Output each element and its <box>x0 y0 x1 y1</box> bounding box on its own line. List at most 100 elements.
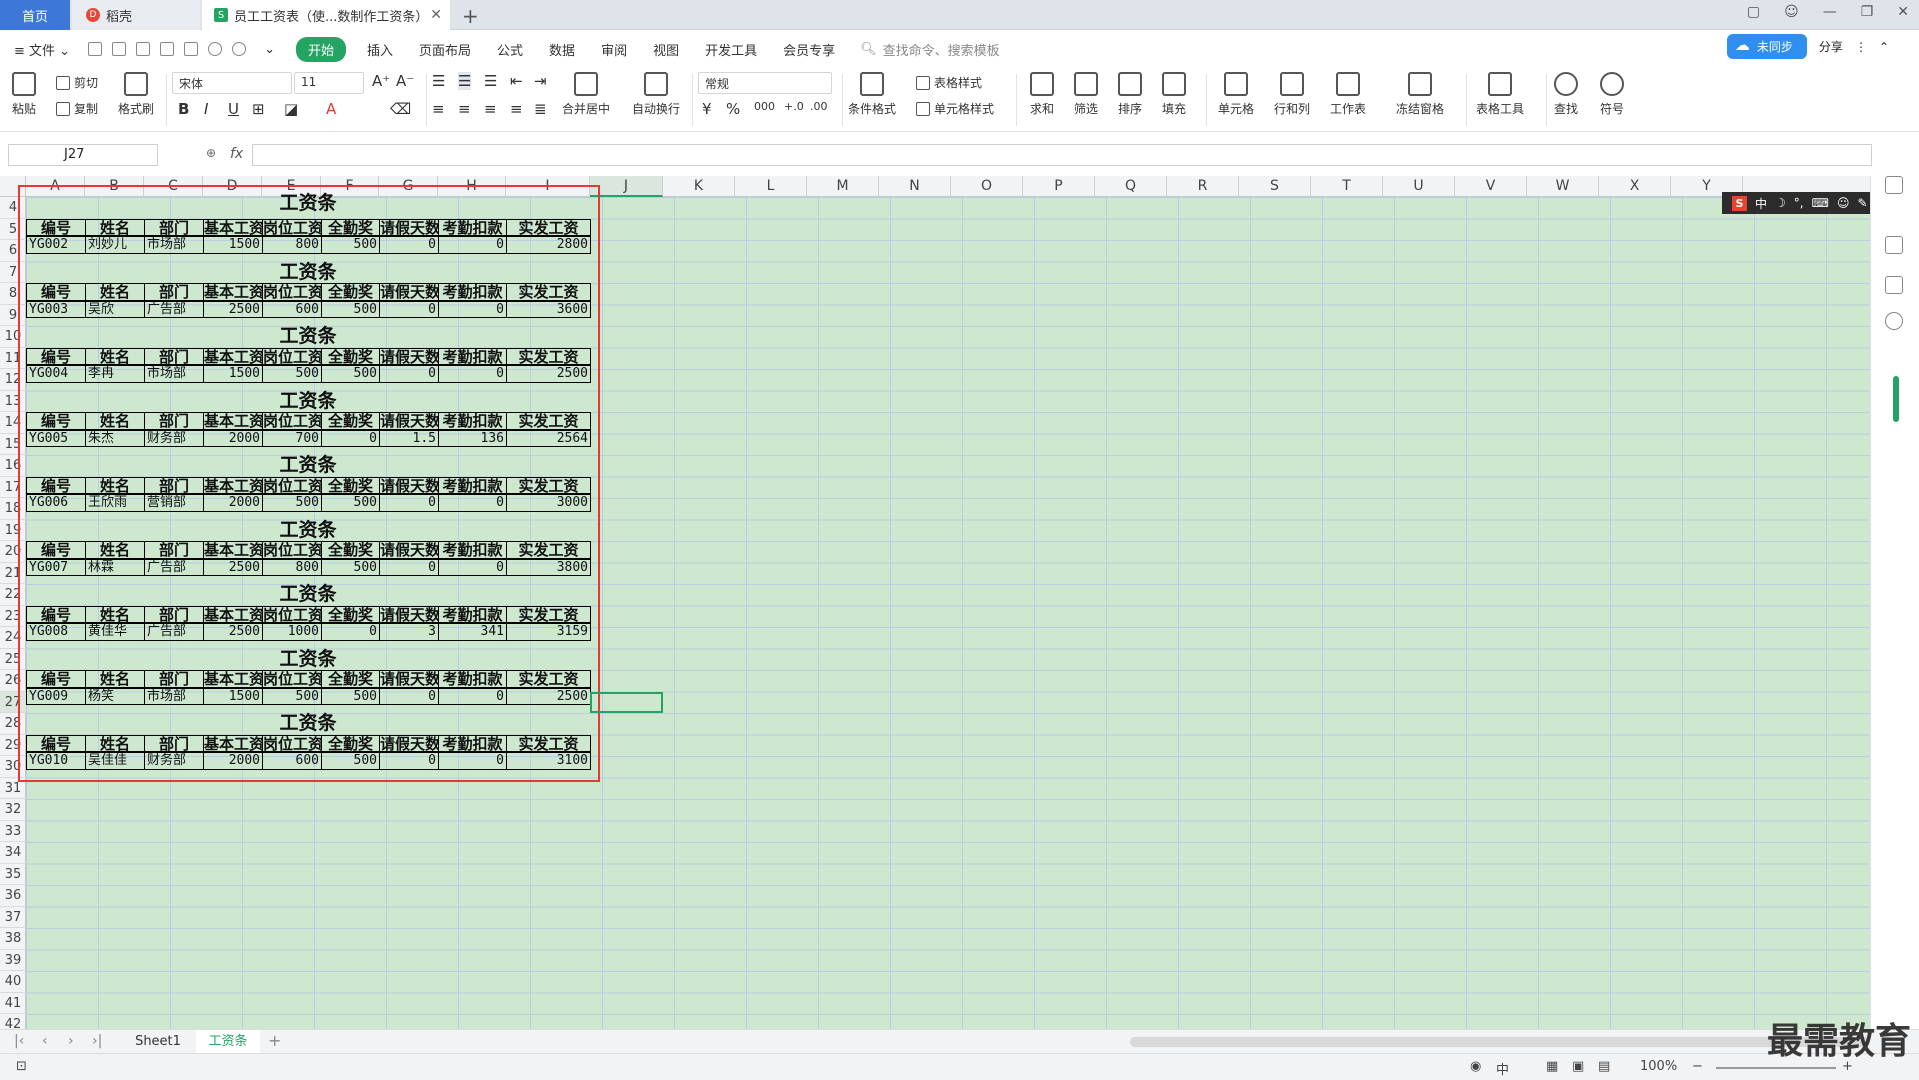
help-icon[interactable] <box>1885 312 1903 330</box>
payslip-data-cell[interactable]: 0 <box>379 558 439 577</box>
command-search[interactable]: 🔍︎ 查找命令、搜索模板 <box>860 40 1000 59</box>
payslip-data-cell[interactable]: 市场部 <box>144 687 204 706</box>
row-header-40[interactable]: 40 <box>0 971 26 993</box>
payslip-data-cell[interactable]: 500 <box>321 365 380 383</box>
currency-icon[interactable]: ¥ <box>702 100 712 118</box>
payslip-header-cell[interactable]: 基本工资 <box>203 218 263 237</box>
first-sheet-icon[interactable]: |‹ <box>14 1033 24 1049</box>
column-header-N[interactable]: N <box>879 176 951 197</box>
column-header-V[interactable]: V <box>1455 176 1527 197</box>
row-header-16[interactable]: 16 <box>0 455 26 477</box>
row-header-17[interactable]: 17 <box>0 477 26 498</box>
new-doc-icon[interactable] <box>88 42 103 56</box>
payslip-header-cell[interactable]: 全勤奖 <box>321 734 380 753</box>
payslip-header-cell[interactable]: 编号 <box>26 412 86 430</box>
minimize-icon[interactable]: — <box>1823 4 1837 20</box>
row-header-10[interactable]: 10 <box>0 326 26 348</box>
payslip-data-cell[interactable]: 1500 <box>203 236 263 254</box>
payslip-header-cell[interactable]: 实发工资 <box>506 283 591 301</box>
menu-data[interactable]: 数据 <box>536 40 588 59</box>
payslip-header-cell[interactable]: 考勤扣款 <box>438 541 507 559</box>
payslip-header-cell[interactable]: 部门 <box>144 734 204 753</box>
payslip-data-cell[interactable]: 0 <box>379 236 439 254</box>
payslip-header-cell[interactable]: 实发工资 <box>506 347 591 366</box>
prev-sheet-icon[interactable]: ‹ <box>42 1033 48 1049</box>
payslip-data-cell[interactable]: 2500 <box>203 558 263 577</box>
payslip-header-cell[interactable]: 全勤奖 <box>321 670 380 688</box>
freeze-panes-button[interactable]: 冻结窗格 <box>1396 72 1444 117</box>
punct-icon[interactable]: °, <box>1794 196 1804 210</box>
row-header-12[interactable]: 12 <box>0 369 26 391</box>
payslip-data-cell[interactable]: 0 <box>438 365 507 383</box>
payslip-data-cell[interactable]: 2500 <box>203 623 263 641</box>
payslip-data-cell[interactable]: 林霖 <box>85 558 145 577</box>
row-header-26[interactable]: 26 <box>0 670 26 692</box>
payslip-data-cell[interactable]: YG007 <box>26 558 86 577</box>
wrench-icon[interactable]: ✎ <box>1857 196 1867 210</box>
distribute-icon[interactable]: ≣ <box>534 100 547 118</box>
payslip-data-cell[interactable]: 2000 <box>203 494 263 512</box>
payslip-data-cell[interactable]: 500 <box>321 236 380 254</box>
indent-decrease-icon[interactable]: ⇤ <box>510 72 523 90</box>
payslip-data-cell[interactable]: 0 <box>438 494 507 512</box>
decrease-font-icon[interactable]: A⁻ <box>396 72 414 90</box>
payslip-header-cell[interactable]: 请假天数 <box>379 347 439 366</box>
row-header-38[interactable]: 38 <box>0 928 26 950</box>
payslip-header-cell[interactable]: 考勤扣款 <box>438 670 507 688</box>
row-header-9[interactable]: 9 <box>0 305 26 326</box>
payslip-header-cell[interactable]: 部门 <box>144 476 204 495</box>
underline-icon[interactable]: U <box>228 100 239 118</box>
payslip-data-cell[interactable]: 2500 <box>506 365 591 383</box>
payslip-header-cell[interactable]: 基本工资 <box>203 605 263 624</box>
payslip-header-cell[interactable]: 编号 <box>26 283 86 301</box>
payslip-header-cell[interactable]: 请假天数 <box>379 670 439 688</box>
payslip-data-cell[interactable]: 广告部 <box>144 300 204 319</box>
row-header-23[interactable]: 23 <box>0 606 26 627</box>
payslip-header-cell[interactable]: 实发工资 <box>506 218 591 237</box>
payslip-data-cell[interactable]: 0 <box>379 752 439 770</box>
decrease-decimal-icon[interactable]: .00 <box>810 100 828 113</box>
payslip-data-cell[interactable]: 市场部 <box>144 365 204 383</box>
row-header-27[interactable]: 27 <box>0 691 26 713</box>
sheet-tab-sheet1[interactable]: Sheet1 <box>122 1030 194 1053</box>
zoom-slider[interactable] <box>1716 1067 1836 1069</box>
menu-formula[interactable]: 公式 <box>484 40 536 59</box>
worksheet-button[interactable]: 工作表 <box>1330 72 1366 117</box>
row-header-24[interactable]: 24 <box>0 627 26 649</box>
payslip-header-cell[interactable]: 岗位工资 <box>262 670 322 688</box>
formula-input[interactable] <box>252 144 1872 166</box>
payslip-data-cell[interactable]: YG002 <box>26 236 86 254</box>
payslip-header-cell[interactable]: 全勤奖 <box>321 412 380 430</box>
zoom-out-icon[interactable]: − <box>1692 1059 1703 1074</box>
payslip-header-cell[interactable]: 实发工资 <box>506 412 591 430</box>
export-icon[interactable] <box>136 42 151 56</box>
zoom-level[interactable]: 100% <box>1640 1059 1677 1074</box>
payslip-data-cell[interactable]: 500 <box>321 558 380 577</box>
payslip-header-cell[interactable]: 姓名 <box>85 283 145 301</box>
tab-docer[interactable]: D 稻壳 <box>72 0 200 30</box>
payslip-header-cell[interactable]: 考勤扣款 <box>438 218 507 237</box>
payslip-data-cell[interactable]: 0 <box>379 300 439 319</box>
payslip-header-cell[interactable]: 姓名 <box>85 670 145 688</box>
increase-decimal-icon[interactable]: +.0 <box>784 100 804 113</box>
payslip-data-cell[interactable]: 财务部 <box>144 429 204 448</box>
align-left-icon[interactable]: ≡ <box>432 100 445 118</box>
payslip-data-cell[interactable]: 营销部 <box>144 494 204 512</box>
add-sheet-icon[interactable]: + <box>268 1031 281 1050</box>
align-top-icon[interactable]: ☰ <box>432 72 445 90</box>
payslip-header-cell[interactable]: 基本工资 <box>203 476 263 495</box>
payslip-data-cell[interactable]: YG005 <box>26 429 86 448</box>
payslip-header-cell[interactable]: 基本工资 <box>203 347 263 366</box>
sum-button[interactable]: 求和 <box>1030 72 1054 117</box>
file-menu[interactable]: ≡ 文件 ⌄ <box>0 40 83 59</box>
redo-icon[interactable] <box>232 42 247 56</box>
tab-workbook[interactable]: S 员工工资表（使...数制作工资条） ✕ <box>202 0 450 30</box>
row-header-7[interactable]: 7 <box>0 262 26 283</box>
payslip-data-cell[interactable]: 刘妙儿 <box>85 236 145 254</box>
payslip-data-cell[interactable]: YG008 <box>26 623 86 641</box>
payslip-header-cell[interactable]: 基本工资 <box>203 670 263 688</box>
payslip-data-cell[interactable]: 1.5 <box>379 429 439 448</box>
payslip-header-cell[interactable]: 姓名 <box>85 734 145 753</box>
payslip-data-cell[interactable]: 0 <box>321 623 380 641</box>
table-tools-button[interactable]: 表格工具 <box>1476 72 1524 117</box>
